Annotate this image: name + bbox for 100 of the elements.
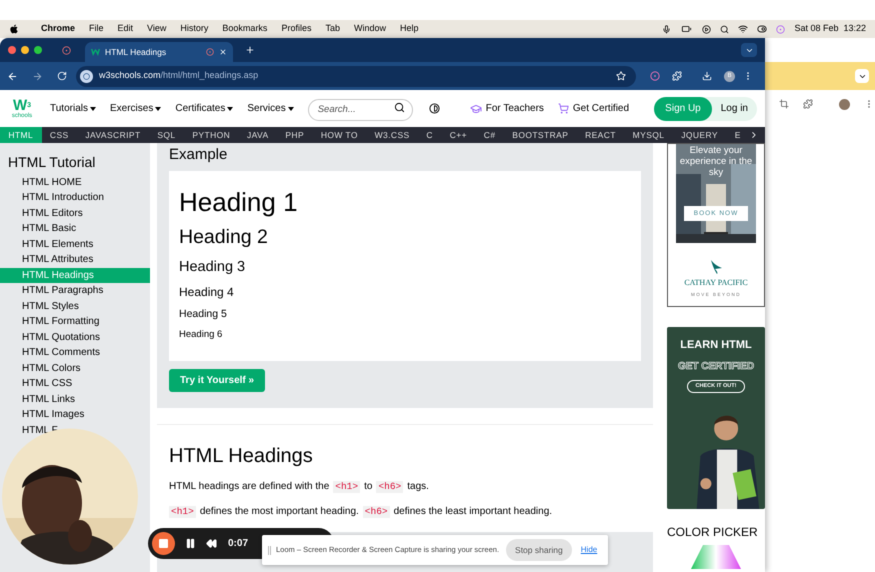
paragraph-text: to — [364, 481, 372, 493]
stop-recording-button[interactable] — [152, 532, 175, 555]
screenshot-icon[interactable] — [779, 99, 789, 109]
tab-list-button[interactable] — [855, 69, 869, 83]
topic-tab[interactable]: MYSQL — [624, 127, 673, 143]
sidebar-item[interactable]: HTML Introduction — [0, 190, 150, 206]
zoom-window-button[interactable] — [34, 46, 42, 54]
sidebar-item[interactable]: HTML Quotations — [0, 330, 150, 345]
section-title: HTML Headings — [169, 444, 314, 468]
menu-app-name[interactable]: Chrome — [41, 22, 76, 36]
menu-item[interactable]: Edit — [118, 22, 134, 36]
sidebar-item[interactable]: HTML Elements — [0, 236, 150, 252]
topic-tab[interactable]: C — [418, 127, 442, 143]
hide-link[interactable]: Hide — [580, 544, 598, 556]
sidebar-item[interactable]: HTML Paragraphs — [0, 283, 150, 298]
sidebar-item[interactable]: HTML Comments — [0, 345, 150, 360]
drag-handle-icon — [268, 546, 271, 554]
heading-text: Heading 3 — [179, 260, 246, 274]
extension-icon[interactable] — [650, 71, 660, 81]
topic-tab[interactable]: C# — [475, 127, 504, 143]
menu-item[interactable]: Bookmarks — [222, 22, 268, 36]
log-in-button[interactable]: Log in — [712, 101, 757, 116]
topic-tab[interactable]: SQL — [148, 127, 184, 143]
bookmark-star-button[interactable] — [616, 71, 626, 81]
menu-item[interactable]: Help — [400, 22, 418, 36]
rewind-button[interactable] — [206, 538, 217, 549]
heading-text: Heading 2 — [179, 228, 268, 248]
apple-icon — [9, 24, 19, 34]
code-tag: <h1> — [169, 506, 196, 518]
extensions-button[interactable] — [803, 99, 813, 109]
theme-toggle-icon[interactable] — [428, 103, 440, 114]
tab-list-button[interactable] — [741, 43, 757, 57]
control-center-icon — [757, 24, 768, 34]
pause-button[interactable] — [185, 538, 196, 549]
topic-tab[interactable]: W3.CSS — [366, 127, 418, 143]
topic-tab[interactable]: JAVA — [238, 127, 277, 143]
nav-dropdown[interactable]: Exercises — [110, 101, 154, 116]
sidebar-item[interactable]: HTML Editors — [0, 206, 150, 221]
menu-item[interactable]: Tab — [325, 22, 340, 36]
code-tag: <h6> — [376, 481, 404, 493]
menu-item[interactable]: Profiles — [281, 22, 312, 36]
ad-brand: CATHAY PACIFIC — [684, 277, 748, 289]
ad-subtitle: GET CERTIFIED — [678, 360, 754, 374]
topic-tab[interactable]: JAVASCRIPT — [77, 127, 149, 143]
topic-tab[interactable]: HOW TO — [312, 127, 366, 143]
play-icon — [702, 24, 712, 34]
microphone-icon — [662, 24, 672, 34]
sidebar-item[interactable]: HTML Formatting — [0, 314, 150, 330]
url-text: w3schools.com/html/html_headings.asp — [99, 69, 258, 82]
for-teachers-link[interactable]: For Teachers — [486, 101, 544, 116]
topic-tab[interactable]: REACT — [576, 127, 624, 143]
example-title: Example — [169, 145, 228, 165]
ad-title: LEARN HTML — [680, 338, 752, 353]
cart-icon — [558, 103, 569, 114]
topic-tab[interactable]: JQUERY — [672, 127, 726, 143]
search-icon — [720, 24, 730, 34]
menu-item[interactable]: File — [89, 22, 104, 36]
new-tab-button[interactable] — [245, 45, 255, 55]
sidebar-item[interactable]: HTML CSS — [0, 376, 150, 392]
back-button[interactable] — [7, 70, 18, 82]
profile-avatar[interactable] — [839, 98, 850, 110]
site-favicon — [91, 48, 100, 56]
reload-button[interactable] — [57, 71, 67, 81]
sidebar-item[interactable]: HTML Attributes — [0, 252, 150, 268]
close-window-button[interactable] — [8, 46, 16, 54]
caret-icon — [90, 106, 96, 110]
bird-logo-icon — [708, 259, 724, 275]
sidebar-item[interactable]: HTML Images — [0, 407, 150, 422]
topic-tab[interactable]: PHP — [276, 127, 312, 143]
topic-tab[interactable]: E — [726, 127, 750, 143]
get-certified-link[interactable]: Get Certified — [572, 101, 630, 116]
nav-dropdown[interactable]: Tutorials — [50, 101, 88, 116]
sidebar-item[interactable]: HTML Basic — [0, 221, 150, 236]
sidebar-item[interactable]: HTML Styles — [0, 298, 150, 314]
menu-item[interactable]: View — [147, 22, 166, 36]
paragraph-text: tags. — [407, 481, 429, 493]
menu-item[interactable]: History — [180, 22, 208, 36]
browser-tab[interactable]: HTML Headings — [85, 42, 233, 62]
topic-tab[interactable]: PYTHON — [184, 127, 239, 143]
sidebar-item[interactable]: HTML Colors — [0, 360, 150, 376]
nav-dropdown[interactable]: Services — [247, 101, 286, 116]
nav-dropdown[interactable]: Certificates — [175, 101, 226, 116]
sidebar-item[interactable]: HTML HOME — [0, 174, 150, 190]
menu-item[interactable]: Window — [354, 22, 386, 36]
site-info-icon — [80, 70, 93, 82]
download-button[interactable] — [702, 71, 712, 81]
paragraph-text: defines the least important heading. — [394, 506, 552, 518]
stop-sharing-button[interactable]: Stop sharing — [506, 539, 572, 561]
heading-text: Heading 5 — [179, 308, 227, 320]
sidebar-item[interactable]: HTML Links — [0, 392, 150, 407]
close-tab-button[interactable] — [219, 48, 227, 56]
menu-clock: Sat 08 Feb 13:22 — [794, 22, 866, 36]
topic-tab[interactable]: BOOTSTRAP — [504, 127, 577, 143]
caret-icon — [227, 106, 234, 110]
recording-time: 0:07 — [228, 537, 248, 551]
minimize-window-button[interactable] — [21, 46, 29, 54]
address-bar[interactable]: w3schools.com/html/html_headings.asp — [76, 66, 636, 86]
topic-tab[interactable]: C++ — [441, 127, 476, 143]
topic-tab[interactable]: CSS — [42, 127, 77, 143]
search-field[interactable]: Search... — [308, 98, 413, 121]
